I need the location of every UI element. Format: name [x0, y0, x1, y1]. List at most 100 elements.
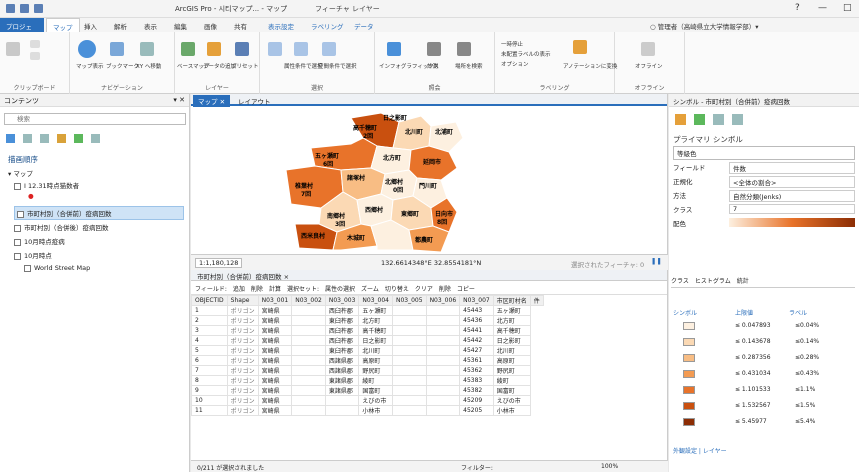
column-header[interactable]: N03_001 [257, 295, 293, 306]
table-row[interactable]: 6 ポリゴン 宮崎県 西諸県郡 高原町 45361 高原町 [191, 355, 544, 366]
user-account[interactable]: ○ 管理者（高崎県立大学情報学部）▾ [650, 21, 759, 31]
copy-icon[interactable] [30, 52, 40, 60]
class-swatch[interactable] [683, 402, 695, 410]
tab-labeling[interactable]: ラベリング [305, 18, 350, 32]
add-field-button[interactable]: 追加 [233, 284, 245, 293]
tab-layout[interactable]: レイアウト [233, 95, 276, 107]
class-count-select[interactable]: 7 [729, 204, 855, 214]
labeling-icon[interactable] [91, 134, 100, 143]
layer-map[interactable]: ▾ マップ [8, 168, 33, 178]
class-label[interactable]: ≤0.14% [795, 338, 819, 345]
normalization-select[interactable]: <全体の割合> [729, 176, 855, 188]
paste-icon[interactable] [6, 42, 20, 56]
table-tab[interactable]: 市町村別（合併前）疫病回数 × [191, 270, 667, 281]
tab-analysis[interactable]: 解析 [108, 18, 133, 32]
save-icon[interactable] [20, 4, 29, 13]
tab-map[interactable]: マップ [46, 18, 80, 32]
layer-point[interactable]: Ⅰ 12.31時点猫数者 [14, 180, 79, 190]
class-swatch[interactable] [683, 418, 695, 426]
classification-select[interactable]: 自然分類(Jenks) [729, 190, 855, 202]
table-row[interactable]: 2 ポリゴン 宮崎県 東臼杵郡 北方町 45436 北方町 [191, 315, 544, 326]
class-label[interactable]: ≤1.5% [795, 402, 815, 409]
undo-icon[interactable] [34, 4, 43, 13]
select-icon[interactable] [268, 42, 282, 56]
quick-access-toolbar[interactable] [6, 4, 43, 13]
data-source-icon[interactable] [23, 134, 32, 143]
contents-search-input[interactable] [4, 113, 186, 125]
measure-icon[interactable] [427, 42, 441, 56]
table-row[interactable]: 9 ポリゴン 宮崎県 東諸県郡 国富町 45382 国富町 [191, 385, 544, 396]
primary-symbology-icon[interactable] [675, 114, 686, 125]
tab-insert[interactable]: 挿入 [78, 18, 103, 32]
scale-selector[interactable]: 1:1,180,128 [195, 258, 243, 268]
table-row[interactable]: 5 ポリゴン 宮崎県 東臼杵郡 北川町 45427 北川町 [191, 345, 544, 356]
copy-button[interactable]: コピー [457, 284, 475, 293]
column-header[interactable]: N03_004 [358, 295, 393, 306]
snapping-icon[interactable] [74, 134, 83, 143]
editing-icon[interactable] [57, 134, 66, 143]
method-select[interactable]: 等級色 [673, 146, 855, 160]
class-upper-value[interactable]: ≤ 1.101533 [735, 386, 771, 393]
class-label[interactable]: ≤1.1% [795, 386, 815, 393]
close-icon[interactable]: ▾ ✕ [173, 96, 185, 104]
table-row[interactable]: 4 ポリゴン 宮崎県 西臼杵郡 日之影町 45442 日之影町 [191, 335, 544, 346]
offline-icon[interactable] [641, 42, 655, 56]
class-upper-value[interactable]: ≤ 0.047893 [735, 322, 771, 329]
column-header[interactable]: N03_007 [459, 295, 494, 306]
class-label[interactable]: ≤0.04% [795, 322, 819, 329]
table-row[interactable]: 7 ポリゴン 宮崎県 西諸県郡 野尻町 45362 野尻町 [191, 365, 544, 376]
layer-checkbox[interactable] [14, 238, 21, 246]
goto-xy-icon[interactable] [140, 42, 154, 56]
delete-button[interactable]: 削除 [439, 284, 451, 293]
class-upper-value[interactable]: ≤ 0.287356 [735, 354, 771, 361]
choropleth-map[interactable]: 高千穂町 2回 日之影町 北川町 北浦町 五ヶ瀬町 6回 北方町 延岡市 諸塚村… [281, 108, 501, 254]
layer-checkbox[interactable] [14, 252, 21, 260]
tab-appearance[interactable]: 表示設定 [262, 18, 300, 32]
preset-icon[interactable] [235, 42, 249, 56]
labels-icon[interactable] [713, 114, 724, 125]
pause-icon[interactable]: ❚❚ [651, 257, 662, 265]
layer-oct[interactable]: 10月時点 [14, 250, 52, 260]
basemap-icon[interactable] [181, 42, 195, 56]
class-swatch[interactable] [683, 322, 695, 330]
column-header[interactable]: 件 [529, 295, 544, 306]
explore-icon[interactable] [78, 40, 96, 58]
column-header[interactable]: N03_005 [391, 295, 427, 306]
column-header[interactable]: OBJECTID [191, 295, 228, 306]
tab-histogram[interactable]: ヒストグラム [695, 276, 731, 285]
bookmark-icon[interactable] [110, 42, 124, 56]
field-select[interactable]: 件数 [729, 162, 855, 174]
minimize-button[interactable]: — [818, 3, 827, 13]
tab-statistics[interactable]: 統計 [737, 276, 749, 285]
select-by-attributes-icon[interactable] [294, 42, 308, 56]
cut-icon[interactable] [30, 40, 40, 48]
select-by-location-icon[interactable] [322, 42, 336, 56]
symbology-footer[interactable]: 外観設定 | レイヤー [673, 446, 727, 455]
selection-icon[interactable] [40, 134, 49, 143]
tab-map-view[interactable]: マップ ✕ [193, 95, 231, 107]
select-by-attributes-button[interactable]: 属性の選択 [325, 284, 355, 293]
switch-button[interactable]: 切り替え [385, 284, 409, 293]
tab-classes[interactable]: クラス [671, 276, 689, 285]
infographics-icon[interactable] [387, 42, 401, 56]
class-swatch[interactable] [683, 354, 695, 362]
maximize-button[interactable]: □ [843, 3, 852, 13]
zoom-to-button[interactable]: ズーム [361, 284, 379, 293]
layer-boundary-before[interactable]: 市町村別（合併前）疫病回数 [14, 206, 184, 220]
column-header[interactable]: N03_002 [291, 295, 326, 306]
tab-edit[interactable]: 編集 [168, 18, 193, 32]
table-row[interactable]: 3 ポリゴン 宮崎県 西臼杵郡 高千穂町 45441 高千穂町 [191, 325, 544, 336]
tab-share[interactable]: 共有 [228, 18, 253, 32]
settings-icon[interactable] [732, 114, 743, 125]
table-row[interactable]: 11 ポリゴン 宮崎県 小林市 45205 小林市 [191, 405, 544, 416]
table-zoom[interactable]: 100% [601, 463, 618, 470]
convert-annotation-icon[interactable] [573, 40, 587, 54]
tab-data[interactable]: データ [348, 18, 380, 32]
class-label[interactable]: ≤0.43% [795, 370, 819, 377]
class-upper-value[interactable]: ≤ 0.143678 [735, 338, 771, 345]
tab-view[interactable]: 表示 [138, 18, 163, 32]
clear-button[interactable]: クリア [415, 284, 433, 293]
layer-oct-disease[interactable]: 10月時点疫病 [14, 236, 65, 246]
class-label[interactable]: ≤5.4% [795, 418, 815, 425]
map-view[interactable]: マップ ✕ レイアウト 高千穂町 2回 日之影町 北川町 北浦町 五ヶ瀬町 6回… [191, 94, 668, 270]
